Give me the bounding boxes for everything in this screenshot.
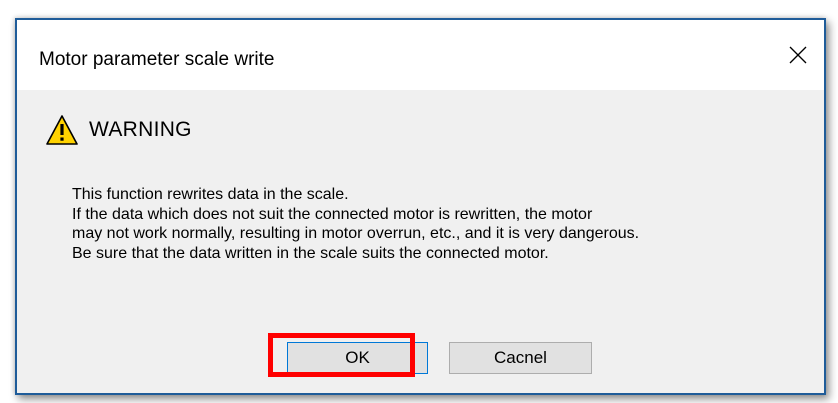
- message-line: may not work normally, resulting in moto…: [72, 225, 640, 242]
- message-line: Be sure that the data written in the sca…: [72, 244, 549, 262]
- dialog-title: Motor parameter scale write: [39, 49, 275, 70]
- warning-heading: WARNING: [89, 118, 192, 141]
- close-icon: [789, 46, 807, 64]
- message-line: This function rewrites data in the scale…: [72, 186, 349, 203]
- dialog-title-bar: Motor parameter scale write: [17, 20, 824, 90]
- message-line: If the data which does not suit the conn…: [72, 205, 593, 223]
- cancel-button[interactable]: Cacnel: [449, 342, 592, 374]
- warning-triangle-icon: [46, 115, 78, 145]
- warning-header: WARNING: [45, 110, 192, 150]
- close-button[interactable]: [772, 20, 824, 90]
- motor-parameter-scale-write-dialog: Motor parameter scale write WARNING This…: [15, 18, 826, 395]
- ok-button[interactable]: OK: [287, 342, 428, 374]
- warning-message: This function rewrites data in the scale…: [72, 185, 639, 263]
- screenshot-stage: Motor parameter scale write WARNING This…: [0, 0, 838, 403]
